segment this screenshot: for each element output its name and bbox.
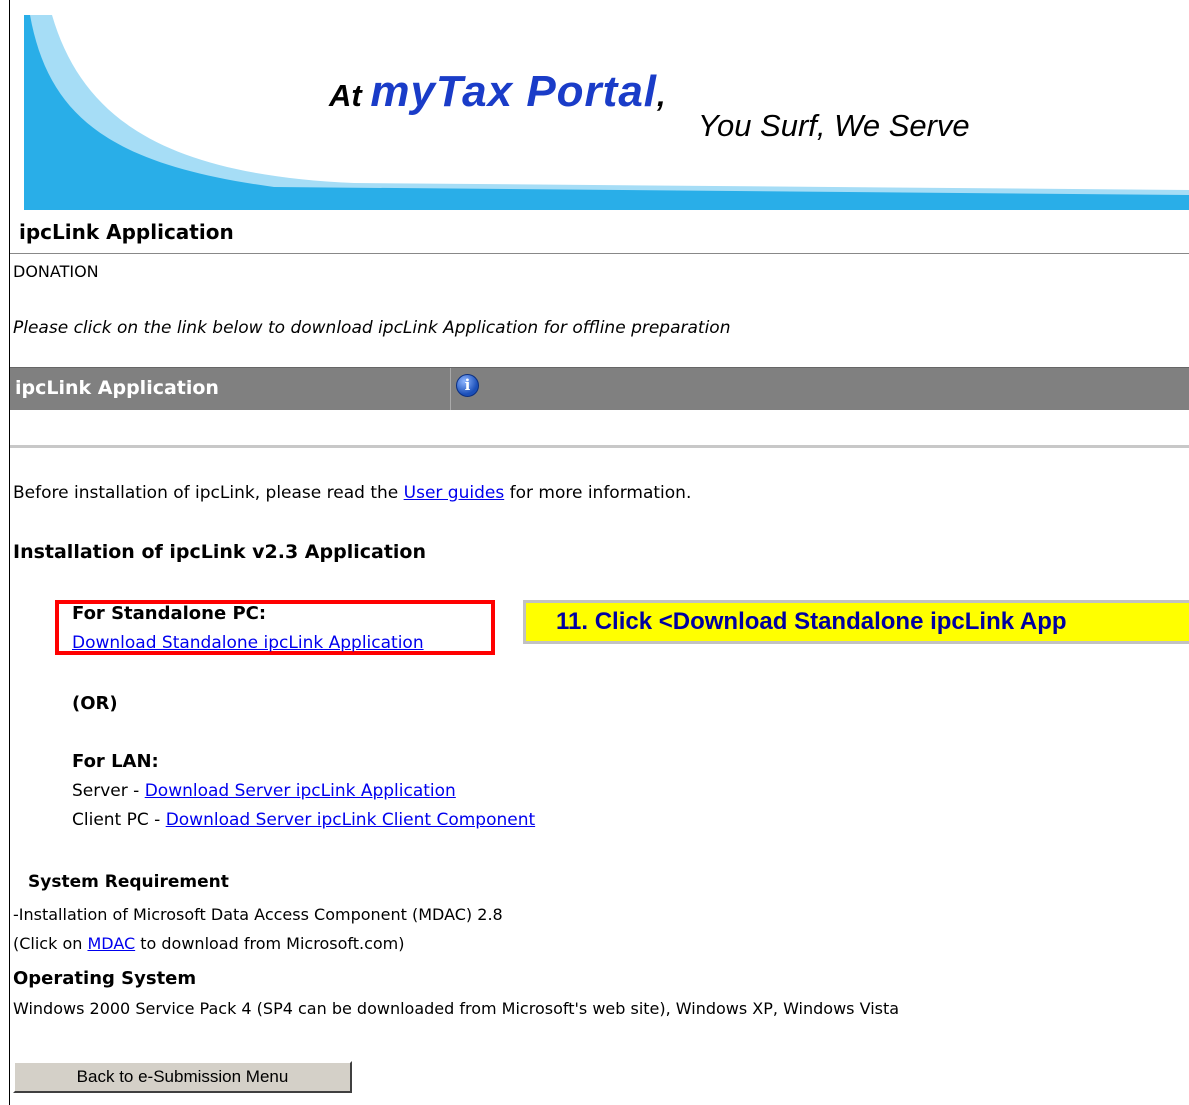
instruction-text: Please click on the link below to downlo… bbox=[13, 318, 731, 338]
client-prefix: Client PC - bbox=[72, 810, 166, 830]
user-guide-note: Before installation of ipcLink, please r… bbox=[13, 483, 691, 503]
grid-column-divider bbox=[450, 368, 451, 410]
req2-before-text: (Click on bbox=[13, 934, 88, 953]
brand-comma: , bbox=[657, 78, 666, 113]
requirement-mdac-download: (Click on MDAC to download from Microsof… bbox=[13, 934, 404, 953]
system-requirement-heading: System Requirement bbox=[28, 872, 229, 892]
server-prefix: Server - bbox=[72, 781, 145, 801]
lan-label: For LAN: bbox=[72, 751, 159, 772]
mdac-link[interactable]: MDAC bbox=[87, 934, 135, 953]
user-guides-link[interactable]: User guides bbox=[404, 483, 505, 503]
operating-system-heading: Operating System bbox=[13, 968, 197, 989]
category-label: DONATION bbox=[13, 262, 99, 281]
standalone-label: For Standalone PC: bbox=[72, 603, 267, 624]
lan-client-row: Client PC - Download Server ipcLink Clie… bbox=[72, 810, 535, 830]
or-separator: (OR) bbox=[72, 693, 118, 714]
operating-system-value: Windows 2000 Service Pack 4 (SP4 can be … bbox=[13, 999, 900, 1018]
req2-after-text: to download from Microsoft.com) bbox=[135, 934, 405, 953]
title-divider bbox=[10, 253, 1189, 254]
requirement-mdac: -Installation of Microsoft Data Access C… bbox=[13, 905, 503, 924]
grid-empty-row bbox=[10, 410, 1189, 448]
download-server-link[interactable]: Download Server ipcLink Application bbox=[145, 781, 456, 801]
note-before-text: Before installation of ipcLink, please r… bbox=[13, 483, 404, 503]
note-after-text: for more information. bbox=[504, 483, 692, 503]
portal-brand: At myTax Portal, bbox=[329, 67, 666, 117]
page-title: ipcLink Application bbox=[19, 220, 234, 244]
info-icon[interactable]: i bbox=[456, 374, 479, 397]
lan-server-row: Server - Download Server ipcLink Applica… bbox=[72, 781, 456, 801]
callout-text: 11. Click <Download Standalone ipcLink A… bbox=[556, 608, 1067, 635]
brand-tagline: You Surf, We Serve bbox=[698, 108, 970, 143]
back-to-esubmission-button[interactable]: Back to e-Submission Menu bbox=[13, 1061, 352, 1093]
brand-name: myTax Portal bbox=[370, 67, 658, 116]
grid-header: ipcLink Application i bbox=[10, 367, 1189, 410]
download-client-component-link[interactable]: Download Server ipcLink Client Component bbox=[166, 810, 535, 830]
portal-banner: At myTax Portal, You Surf, We Serve bbox=[24, 15, 1189, 210]
brand-prefix: At bbox=[329, 78, 371, 113]
instruction-callout: 11. Click <Download Standalone ipcLink A… bbox=[523, 600, 1189, 644]
installation-heading: Installation of ipcLink v2.3 Application bbox=[13, 541, 426, 563]
download-standalone-link[interactable]: Download Standalone ipcLink Application bbox=[72, 633, 424, 653]
grid-header-title: ipcLink Application bbox=[15, 377, 219, 399]
page-left-border bbox=[9, 0, 10, 1105]
